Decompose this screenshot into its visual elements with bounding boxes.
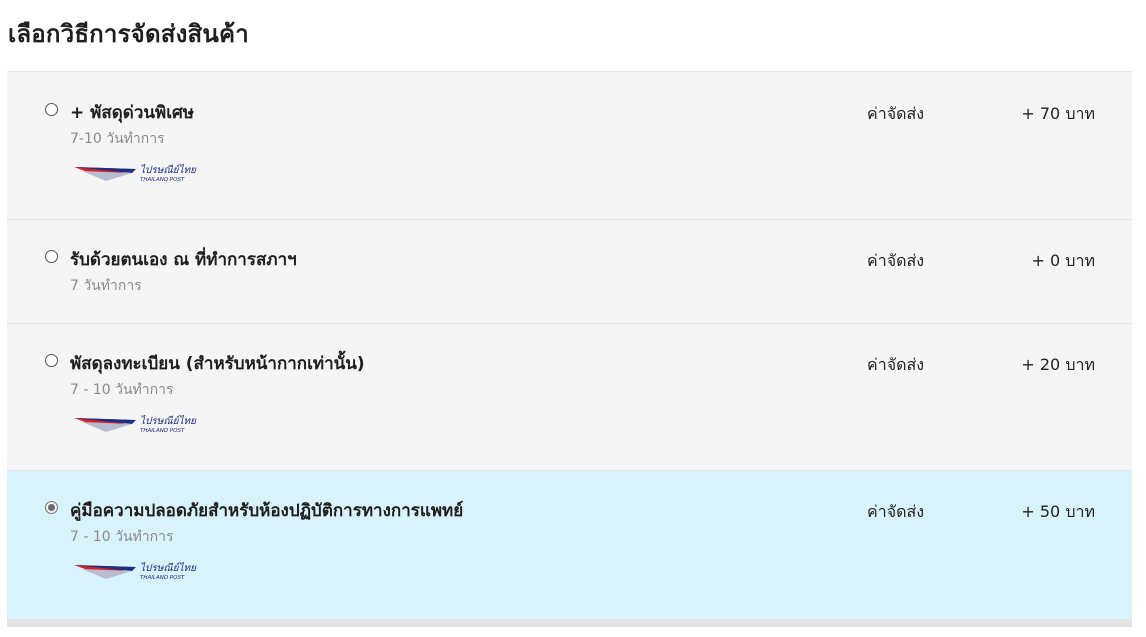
shipping-option-lab-safety-manual[interactable]: คู่มือความปลอดภัยสำหรับห้องปฏิบัติการทาง… bbox=[7, 471, 1132, 619]
radio-button[interactable] bbox=[45, 103, 58, 116]
shipping-option-self-pickup[interactable]: รับด้วยตนเอง ณ ที่ทำการสภาฯ 7 วันทำการ ค… bbox=[7, 220, 1132, 324]
logo-text-thai: ไปรษณีย์ไทย bbox=[140, 415, 197, 427]
option-duration: 7 - 10 วันทำการ bbox=[70, 382, 174, 398]
fee-label: ค่าจัดส่ง bbox=[867, 355, 925, 374]
option-duration: 7 - 10 วันทำการ bbox=[70, 529, 174, 545]
radio-button[interactable] bbox=[45, 250, 58, 263]
fee-label: ค่าจัดส่ง bbox=[867, 251, 925, 270]
radio-dot bbox=[48, 504, 55, 511]
thailand-post-logo-icon: ไปรษณีย์ไทย THAILAND POST bbox=[74, 164, 197, 183]
logo-text-english: THAILAND POST bbox=[140, 428, 185, 434]
thailand-post-logo-icon: ไปรษณีย์ไทย THAILAND POST bbox=[74, 562, 197, 581]
thailand-post-logo-icon: ไปรษณีย์ไทย THAILAND POST bbox=[74, 415, 197, 434]
option-name: + พัสดุด่วนพิเศษ bbox=[70, 103, 195, 123]
option-name: รับด้วยตนเอง ณ ที่ทำการสภาฯ bbox=[70, 250, 297, 270]
fee-value: + 20 บาท bbox=[1021, 355, 1095, 374]
shipping-options-list: + พัสดุด่วนพิเศษ 7-10 วันทำการ ไปรษณีย์ไ… bbox=[7, 71, 1132, 627]
fee-value: + 70 บาท bbox=[1021, 104, 1095, 123]
fee-value: + 50 บาท bbox=[1021, 502, 1095, 521]
logo-text-thai: ไปรษณีย์ไทย bbox=[140, 562, 197, 574]
radio-button[interactable] bbox=[45, 354, 58, 367]
logo-text-english: THAILAND POST bbox=[140, 575, 185, 581]
shipping-option-registered[interactable]: พัสดุลงทะเบียน (สำหรับหน้ากากเท่านั้น) 7… bbox=[7, 324, 1132, 471]
logo-text-english: THAILAND POST bbox=[140, 177, 185, 183]
fee-value: + 0 บาท bbox=[1031, 251, 1095, 270]
shipping-option-express[interactable]: + พัสดุด่วนพิเศษ 7-10 วันทำการ ไปรษณีย์ไ… bbox=[7, 72, 1132, 220]
fee-label: ค่าจัดส่ง bbox=[867, 502, 925, 521]
option-name: พัสดุลงทะเบียน (สำหรับหน้ากากเท่านั้น) bbox=[70, 354, 365, 374]
option-duration: 7-10 วันทำการ bbox=[70, 131, 165, 147]
option-name: คู่มือความปลอดภัยสำหรับห้องปฏิบัติการทาง… bbox=[70, 501, 464, 521]
radio-button-selected[interactable] bbox=[45, 501, 58, 514]
fee-label: ค่าจัดส่ง bbox=[867, 104, 925, 123]
page-title: เลือกวิธีการจัดส่งสินค้า bbox=[8, 20, 249, 48]
option-duration: 7 วันทำการ bbox=[70, 278, 142, 294]
logo-text-thai: ไปรษณีย์ไทย bbox=[140, 164, 197, 176]
